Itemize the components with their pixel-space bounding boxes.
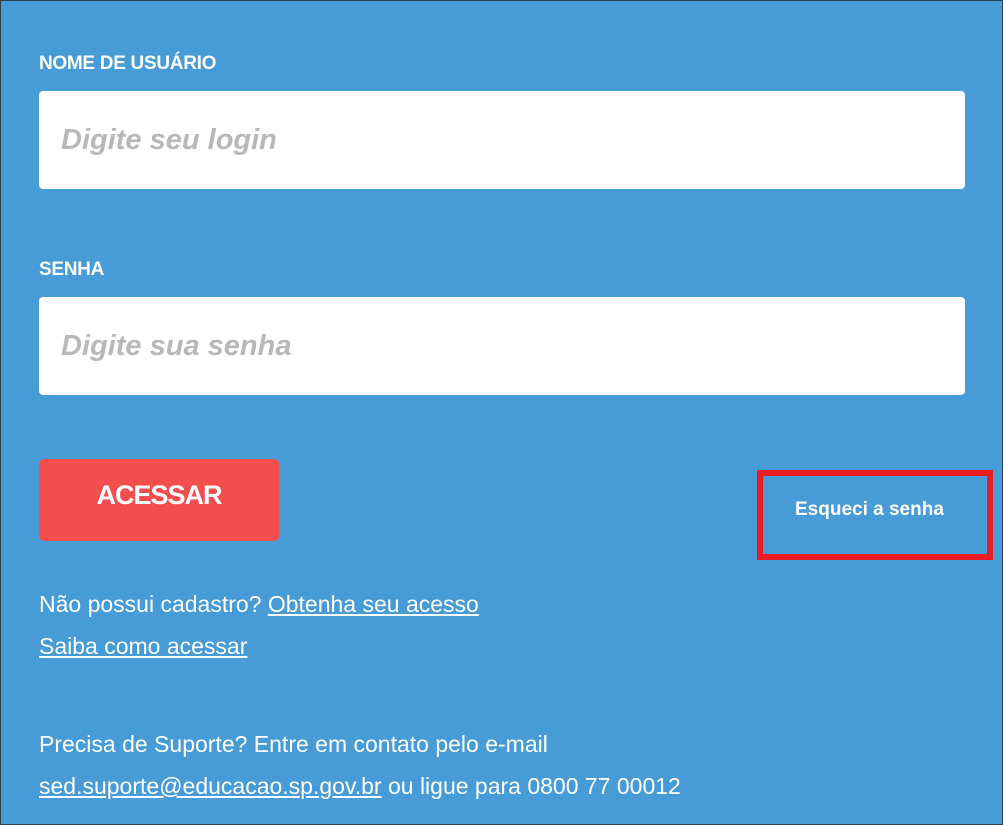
access-button[interactable]: ACESSAR [39, 459, 279, 541]
get-access-link[interactable]: Obtenha seu acesso [268, 591, 479, 617]
password-label: SENHA [39, 259, 105, 280]
support-contact-line: sed.suporte@educacao.sp.gov.br ou ligue … [39, 773, 681, 800]
password-input[interactable] [39, 297, 965, 395]
how-to-access-link[interactable]: Saiba como acessar [39, 633, 247, 659]
username-input[interactable] [39, 91, 965, 189]
support-email-link[interactable]: sed.suporte@educacao.sp.gov.br [39, 773, 382, 799]
username-label: NOME DE USUÁRIO [39, 53, 217, 74]
forgot-password-link[interactable]: Esqueci a senha [795, 499, 944, 521]
no-account-line: Não possui cadastro? Obtenha seu acesso [39, 591, 479, 618]
support-intro-text: Precisa de Suporte? Entre em contato pel… [39, 731, 548, 757]
how-to-access-line: Saiba como acessar [39, 633, 247, 660]
support-phone-text: ou ligue para 0800 77 00012 [381, 773, 681, 799]
no-account-text: Não possui cadastro? [39, 591, 268, 617]
login-panel: NOME DE USUÁRIO SENHA ACESSAR Esqueci a … [0, 0, 1003, 825]
